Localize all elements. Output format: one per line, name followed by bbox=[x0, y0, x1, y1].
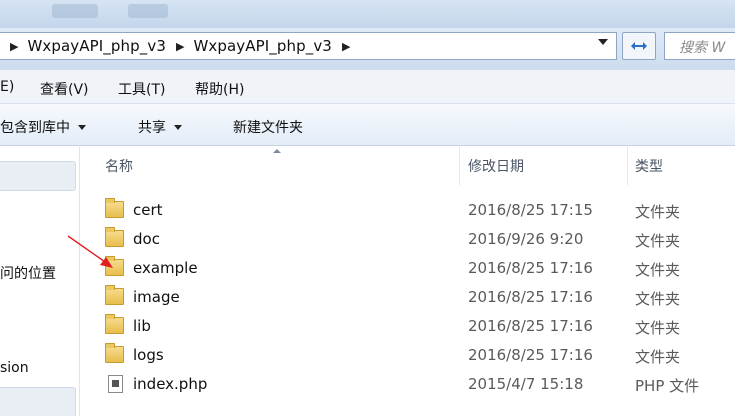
command-toolbar: 包含到库中 共享 新建文件夹 bbox=[0, 104, 735, 146]
include-in-library-label: 包含到库中 bbox=[0, 120, 70, 136]
new-folder-label: 新建文件夹 bbox=[233, 120, 303, 136]
window-title-bar bbox=[0, 0, 735, 28]
menu-tools[interactable]: 工具(T) bbox=[118, 79, 165, 99]
column-header-modified[interactable]: 修改日期 bbox=[468, 147, 524, 185]
address-row: ▶ WxpayAPI_php_v3 ▶ WxpayAPI_php_v3 ▶ 搜索… bbox=[0, 28, 735, 70]
folder-icon bbox=[105, 256, 124, 276]
address-dropdown-icon[interactable] bbox=[598, 39, 608, 45]
title-blur bbox=[128, 4, 168, 18]
include-in-library-button[interactable]: 包含到库中 bbox=[0, 117, 86, 137]
nav-item[interactable]: sion bbox=[0, 360, 29, 376]
breadcrumb-chevron-icon[interactable]: ▶ bbox=[10, 40, 18, 53]
column-header-name[interactable]: 名称 bbox=[105, 147, 133, 185]
file-row-index-php[interactable]: index.php 2015/4/7 15:18 PHP 文件 bbox=[81, 370, 735, 399]
breadcrumb-chevron-icon[interactable]: ▶ bbox=[342, 40, 350, 53]
file-list: 名称 修改日期 类型 cert 2016/8/25 17:15 文件夹 doc … bbox=[81, 147, 735, 416]
folder-icon bbox=[105, 314, 124, 334]
file-date: 2016/8/25 17:15 bbox=[468, 201, 593, 219]
file-name: lib bbox=[133, 317, 151, 335]
file-row-example[interactable]: example 2016/8/25 17:16 文件夹 bbox=[81, 254, 735, 283]
file-type: 文件夹 bbox=[635, 319, 681, 337]
refresh-icon bbox=[631, 42, 647, 50]
file-row-image[interactable]: image 2016/8/25 17:16 文件夹 bbox=[81, 283, 735, 312]
file-name: index.php bbox=[133, 375, 208, 393]
file-row-lib[interactable]: lib 2016/8/25 17:16 文件夹 bbox=[81, 312, 735, 341]
file-date: 2016/8/25 17:16 bbox=[468, 288, 593, 306]
chevron-down-icon bbox=[78, 124, 86, 130]
file-type: PHP 文件 bbox=[635, 377, 700, 395]
folder-icon bbox=[105, 285, 124, 305]
folder-icon bbox=[105, 198, 124, 218]
file-type: 文件夹 bbox=[635, 290, 681, 308]
search-input[interactable]: 搜索 W bbox=[664, 32, 735, 60]
refresh-button[interactable] bbox=[622, 32, 656, 60]
column-header-type[interactable]: 类型 bbox=[635, 147, 663, 185]
breadcrumb-item[interactable]: WxpayAPI_php_v3 bbox=[193, 37, 332, 55]
title-blur bbox=[52, 4, 98, 18]
sort-ascending-icon bbox=[273, 149, 281, 153]
chevron-down-icon bbox=[174, 124, 182, 130]
menu-bar: E) 查看(V) 工具(T) 帮助(H) bbox=[0, 70, 735, 104]
menu-edit[interactable]: E) bbox=[0, 79, 14, 95]
file-type: 文件夹 bbox=[635, 232, 681, 250]
nav-item-recent-places[interactable]: 问的位置 bbox=[0, 263, 56, 283]
file-row-cert[interactable]: cert 2016/8/25 17:15 文件夹 bbox=[81, 196, 735, 225]
file-name: example bbox=[133, 259, 198, 277]
file-date: 2016/8/25 17:16 bbox=[468, 317, 593, 335]
breadcrumb-item[interactable]: WxpayAPI_php_v3 bbox=[27, 37, 166, 55]
address-bar[interactable]: ▶ WxpayAPI_php_v3 ▶ WxpayAPI_php_v3 ▶ bbox=[0, 32, 617, 60]
file-name: logs bbox=[133, 346, 164, 364]
file-date: 2016/8/25 17:16 bbox=[468, 346, 593, 364]
file-name: image bbox=[133, 288, 180, 306]
file-row-doc[interactable]: doc 2016/9/26 9:20 文件夹 bbox=[81, 225, 735, 254]
share-button[interactable]: 共享 bbox=[138, 117, 182, 137]
navigation-pane: 问的位置 sion bbox=[0, 147, 80, 416]
file-date: 2016/9/26 9:20 bbox=[468, 230, 584, 248]
share-label: 共享 bbox=[138, 120, 166, 136]
file-type: 文件夹 bbox=[635, 348, 681, 366]
file-date: 2016/8/25 17:16 bbox=[468, 259, 593, 277]
file-date: 2015/4/7 15:18 bbox=[468, 375, 584, 393]
menu-view[interactable]: 查看(V) bbox=[40, 79, 89, 99]
folder-icon bbox=[105, 227, 124, 247]
menu-help[interactable]: 帮助(H) bbox=[195, 79, 244, 99]
file-name: cert bbox=[133, 201, 163, 219]
search-placeholder: 搜索 W bbox=[679, 40, 726, 56]
new-folder-button[interactable]: 新建文件夹 bbox=[233, 117, 303, 137]
file-name: doc bbox=[133, 230, 160, 248]
column-divider[interactable] bbox=[627, 147, 628, 185]
file-type: 文件夹 bbox=[635, 261, 681, 279]
column-divider[interactable] bbox=[459, 147, 460, 185]
breadcrumb-chevron-icon[interactable]: ▶ bbox=[176, 40, 184, 53]
file-type: 文件夹 bbox=[635, 203, 681, 221]
nav-item[interactable] bbox=[0, 161, 76, 191]
file-row-logs[interactable]: logs 2016/8/25 17:16 文件夹 bbox=[81, 341, 735, 370]
nav-item[interactable] bbox=[0, 387, 76, 416]
folder-icon bbox=[105, 343, 124, 363]
php-file-icon bbox=[108, 375, 123, 393]
